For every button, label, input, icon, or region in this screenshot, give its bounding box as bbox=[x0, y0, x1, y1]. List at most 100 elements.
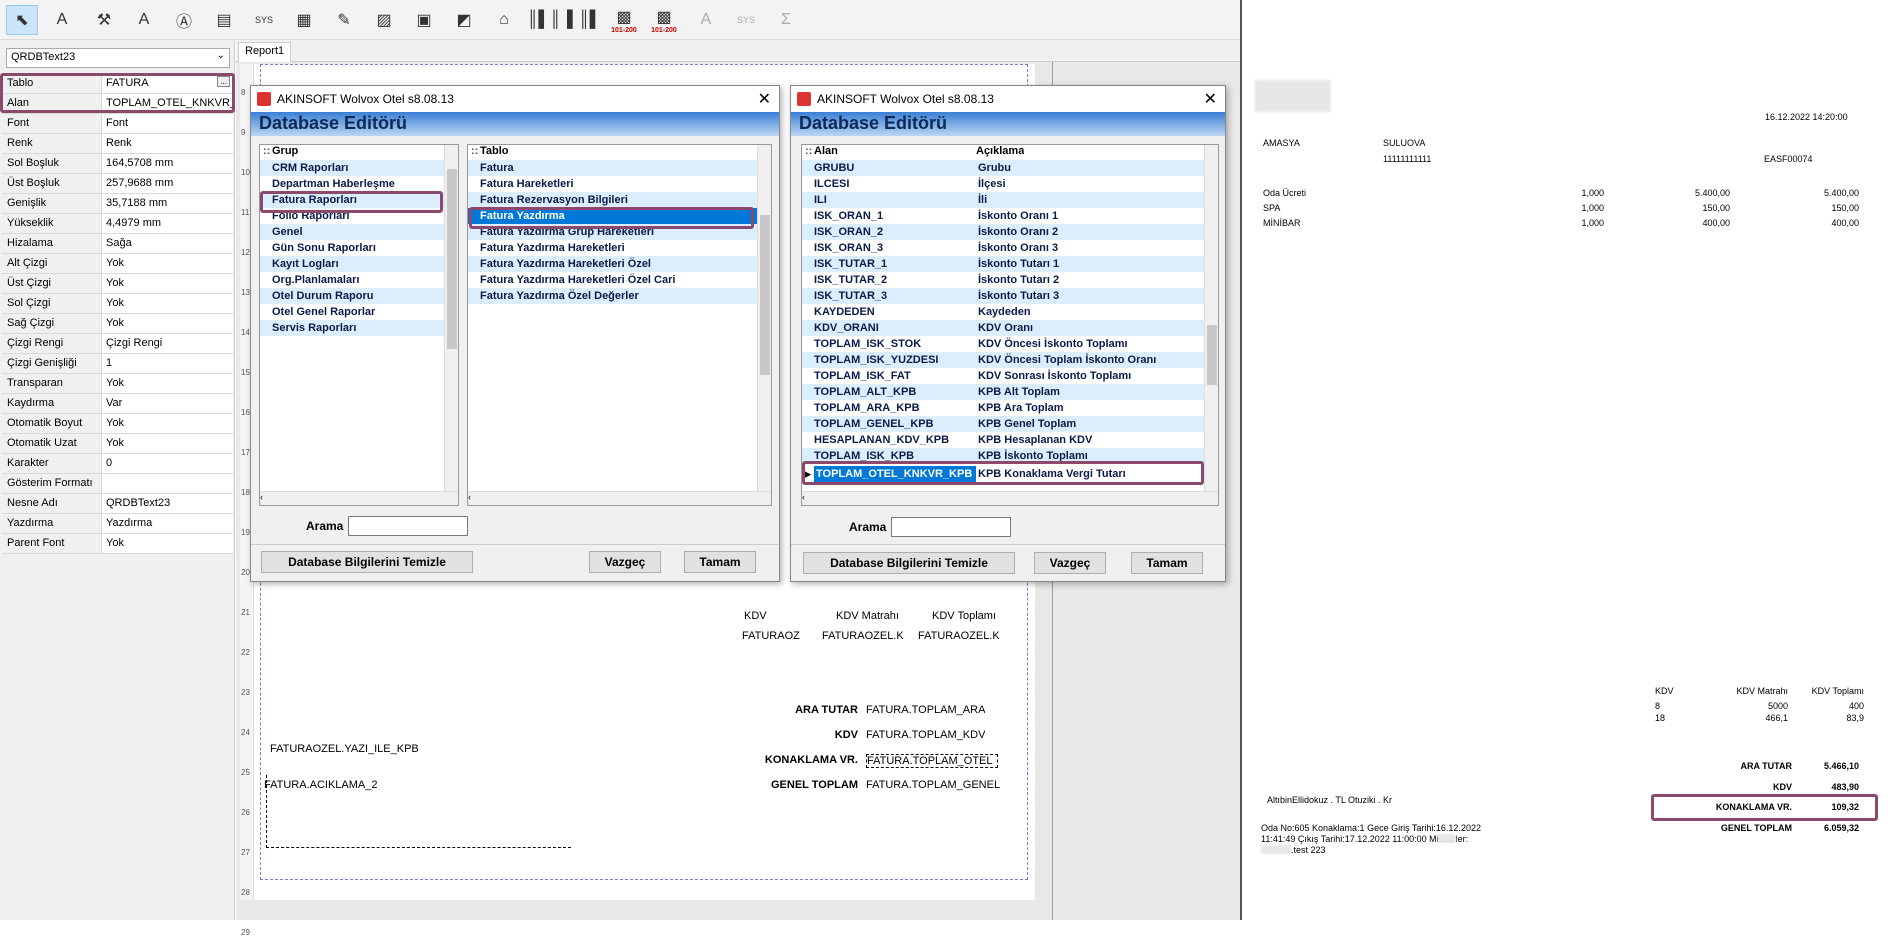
fld-yazi-ile[interactable]: FATURAOZEL.YAZI_ILE_KPB bbox=[270, 743, 419, 755]
fld-toplam-ara[interactable]: FATURA.TOPLAM_ARA bbox=[866, 704, 985, 716]
lbl-ara-tutar[interactable]: ARA TUTAR bbox=[760, 704, 858, 716]
object-selector[interactable]: QRDBText23 ⌄ bbox=[6, 48, 230, 68]
property-value[interactable]: Yok bbox=[102, 434, 233, 453]
cancel-button[interactable]: Vazgeç bbox=[589, 551, 661, 573]
alan-scrollbar-thumb[interactable] bbox=[1207, 325, 1217, 385]
memo-icon[interactable]: ▦ bbox=[288, 5, 320, 35]
property-value[interactable]: Renk bbox=[102, 134, 233, 153]
alan-item[interactable]: TOPLAM_ALT_KPB KPB Alt Toplam bbox=[802, 384, 1218, 400]
fld-toplam-otel[interactable]: FATURA.TOPLAM_OTEL bbox=[866, 754, 998, 768]
grup-item[interactable]: Otel Genel Raporlar bbox=[260, 304, 458, 320]
ok-button[interactable]: Tamam bbox=[684, 551, 756, 573]
alan-list[interactable]: Alan Açıklama GRUBU Grubu ILCESI İlçesi ILI İl… bbox=[801, 144, 1219, 506]
property-row[interactable]: Çizgi Genişliği 1 bbox=[2, 354, 233, 374]
fld-kdv-matrah[interactable]: FATURAOZEL.K bbox=[822, 630, 904, 642]
tablo-item[interactable]: Fatura Yazdırma Özel Değerler bbox=[468, 288, 771, 304]
qr-red2-icon[interactable]: ▩ 101-200 bbox=[648, 5, 680, 35]
tablo-item[interactable]: Fatura Hareketleri bbox=[468, 176, 771, 192]
text-a-icon[interactable]: A bbox=[128, 5, 160, 35]
lbl-kdv2[interactable]: KDV bbox=[760, 729, 858, 741]
property-value[interactable]: Yok bbox=[102, 374, 233, 393]
clear-db-button[interactable]: Database Bilgilerini Temizle bbox=[261, 551, 473, 573]
richtext-icon[interactable]: ✎ bbox=[328, 5, 360, 35]
lbl-kdv-matrahi[interactable]: KDV Matrahı bbox=[836, 610, 899, 622]
clear-db-button-2[interactable]: Database Bilgilerini Temizle bbox=[803, 552, 1015, 574]
property-row[interactable]: Üst Çizgi Yok bbox=[2, 274, 233, 294]
alan-scrollbar[interactable] bbox=[1204, 145, 1218, 491]
image-icon[interactable]: ▨ bbox=[368, 5, 400, 35]
alan-item[interactable]: ISK_ORAN_2 İskonto Oranı 2 bbox=[802, 224, 1218, 240]
alan-item[interactable]: TOPLAM_ARA_KPB KPB Ara Toplam bbox=[802, 400, 1218, 416]
alan-item[interactable]: ISK_ORAN_1 İskonto Oranı 1 bbox=[802, 208, 1218, 224]
fld-toplam-genel[interactable]: FATURA.TOPLAM_GENEL bbox=[866, 779, 1000, 791]
search-input[interactable] bbox=[348, 516, 468, 536]
alan-item[interactable]: TOPLAM_ISK_FAT KDV Sonrası İskonto Toplam… bbox=[802, 368, 1218, 384]
grup-item[interactable]: Departman Haberleşme bbox=[260, 176, 458, 192]
property-row[interactable]: Parent Font Yok bbox=[2, 534, 233, 554]
property-value[interactable]: 4,4979 mm bbox=[102, 214, 233, 233]
tablo-item[interactable]: Fatura bbox=[468, 160, 771, 176]
alan-item[interactable]: TOPLAM_ISK_YUZDESI KDV Öncesi Toplam İsko… bbox=[802, 352, 1218, 368]
property-row[interactable]: Otomatik Boyut Yok bbox=[2, 414, 233, 434]
property-row[interactable]: Karakter 0 bbox=[2, 454, 233, 474]
grup-item[interactable]: Org.Planlamaları bbox=[260, 272, 458, 288]
fld-kdv-toplam[interactable]: FATURAOZEL.K bbox=[918, 630, 1000, 642]
property-value[interactable]: Yok bbox=[102, 534, 233, 553]
property-value[interactable]: 257,9688 mm bbox=[102, 174, 233, 193]
tablo-item[interactable]: Fatura Yazdırma Hareketleri Özel bbox=[468, 256, 771, 272]
grup-scrollbar[interactable] bbox=[444, 145, 458, 491]
label-a-icon[interactable]: A bbox=[46, 5, 78, 35]
barcode-icon[interactable]: ║▌║ bbox=[527, 5, 561, 35]
property-value[interactable] bbox=[102, 474, 233, 493]
property-row[interactable]: Font Font bbox=[2, 114, 233, 134]
property-row[interactable]: Renk Renk bbox=[2, 134, 233, 154]
alan-item[interactable]: TOPLAM_ISK_STOK KDV Öncesi İskonto Toplam… bbox=[802, 336, 1218, 352]
qr-red-icon[interactable]: ▩ 101-200 bbox=[608, 5, 640, 35]
alan-hscrollbar[interactable]: ‹ bbox=[802, 491, 1218, 505]
property-value[interactable]: Yok bbox=[102, 314, 233, 333]
tablo-scrollbar-thumb[interactable] bbox=[760, 215, 770, 375]
alan-item[interactable]: KDV_ORANI KDV Oranı bbox=[802, 320, 1218, 336]
property-row[interactable]: Sağ Çizgi Yok bbox=[2, 314, 233, 334]
alan-item[interactable]: ILI İli bbox=[802, 192, 1218, 208]
tab-report1[interactable]: Report1 bbox=[238, 42, 292, 62]
lbl-kdv-toplami[interactable]: KDV Toplamı bbox=[932, 610, 996, 622]
grup-item[interactable]: Otel Durum Raporu bbox=[260, 288, 458, 304]
property-value[interactable]: 35,7188 mm bbox=[102, 194, 233, 213]
close-icon-2[interactable]: ✕ bbox=[1204, 89, 1217, 109]
alan-item[interactable]: KAYDEDEN Kaydeden bbox=[802, 304, 1218, 320]
property-value[interactable]: Yok bbox=[102, 274, 233, 293]
tablo-item[interactable]: Fatura Rezervasyon Bilgileri bbox=[468, 192, 771, 208]
tablo-list[interactable]: Tablo FaturaFatura HareketleriFatura Rez… bbox=[467, 144, 772, 506]
tablo-item[interactable]: Fatura Yazdırma Hareketleri bbox=[468, 240, 771, 256]
lbl-kdv[interactable]: KDV bbox=[744, 610, 767, 622]
property-value[interactable]: Yok bbox=[102, 254, 233, 273]
property-row[interactable]: Otomatik Uzat Yok bbox=[2, 434, 233, 454]
ok-button-2[interactable]: Tamam bbox=[1131, 552, 1203, 574]
property-row[interactable]: Gösterim Formatı bbox=[2, 474, 233, 494]
grup-scrollbar-thumb[interactable] bbox=[447, 169, 457, 349]
property-value[interactable]: Font bbox=[102, 114, 233, 133]
close-icon[interactable]: ✕ bbox=[758, 89, 771, 109]
property-row[interactable]: Yazdırma Yazdırma bbox=[2, 514, 233, 534]
alan-item[interactable]: ISK_ORAN_3 İskonto Oranı 3 bbox=[802, 240, 1218, 256]
grup-item[interactable]: Kayıt Logları bbox=[260, 256, 458, 272]
grup-hscrollbar[interactable]: ‹ bbox=[260, 491, 458, 505]
grup-item[interactable]: Servis Raporları bbox=[260, 320, 458, 336]
property-row[interactable]: Yükseklik 4,4979 mm bbox=[2, 214, 233, 234]
property-value[interactable]: Var bbox=[102, 394, 233, 413]
tablo-item[interactable]: Fatura Yazdırma Hareketleri Özel Cari bbox=[468, 272, 771, 288]
system-field-icon[interactable]: ▤ bbox=[208, 5, 240, 35]
alan-item[interactable]: ILCESI İlçesi bbox=[802, 176, 1218, 192]
property-value[interactable]: 164,5708 mm bbox=[102, 154, 233, 173]
property-row[interactable]: Üst Boşluk 257,9688 mm bbox=[2, 174, 233, 194]
tablo-scrollbar[interactable] bbox=[757, 145, 771, 491]
search-input-2[interactable] bbox=[891, 517, 1011, 537]
property-value[interactable]: Sağa bbox=[102, 234, 233, 253]
property-value[interactable]: 0 bbox=[102, 454, 233, 473]
fld-kdv[interactable]: FATURAOZ bbox=[742, 630, 800, 642]
property-row[interactable]: Alt Çizgi Yok bbox=[2, 254, 233, 274]
property-value[interactable]: Yok bbox=[102, 414, 233, 433]
property-row[interactable]: Kaydırma Var bbox=[2, 394, 233, 414]
pointer-icon[interactable]: ⬉ bbox=[6, 5, 38, 35]
